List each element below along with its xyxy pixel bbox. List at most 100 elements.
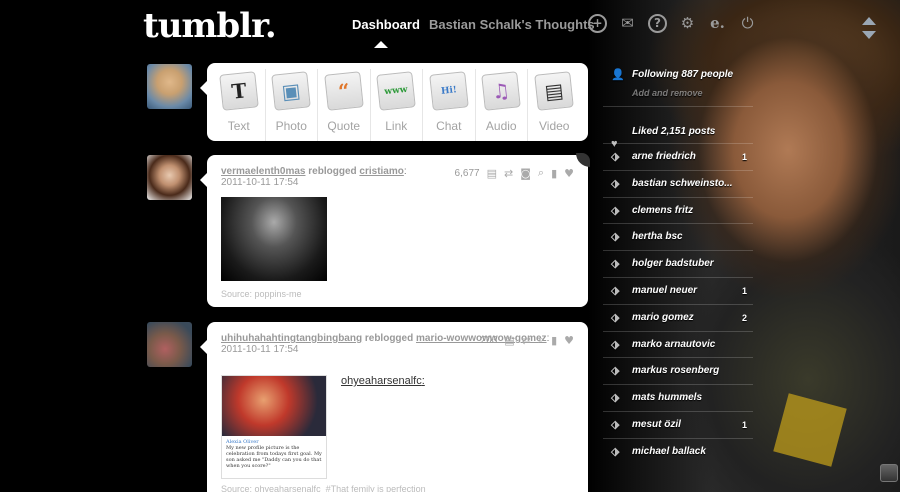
sidebar-tag-item[interactable]: ⬗ clemens fritz xyxy=(603,196,753,224)
post-type-label: Photo xyxy=(275,119,307,133)
post-photo[interactable] xyxy=(221,197,327,281)
sidebar-tag-item[interactable]: ⬗ markus rosenberg xyxy=(603,357,753,384)
post-type-quote-button[interactable]: “ Quote xyxy=(318,69,371,141)
post-tag[interactable]: #That femily is perfection xyxy=(326,484,426,492)
tag-name: mats hummels xyxy=(632,392,703,404)
tag-list: ⬗ arne friedrich 1 ⬗ bastian schweinsto... ⬗ c… xyxy=(603,143,753,465)
power-icon[interactable]: ⏻ xyxy=(738,14,757,33)
avatar-self[interactable] xyxy=(147,64,192,109)
tag-name: arne friedrich xyxy=(632,151,696,162)
post-type-chat-button[interactable]: Hi! Chat xyxy=(423,69,476,141)
quote-icon: “ xyxy=(323,71,364,111)
sidebar-tag-item[interactable]: ⬗ hertha bsc xyxy=(603,223,753,250)
sidebar-tag-item[interactable]: ⬗ mesut özil 1 xyxy=(603,410,753,438)
notes-icon[interactable]: ▤ xyxy=(504,334,514,347)
bookmark-icon[interactable]: ▮ xyxy=(551,334,557,347)
post-type-video-button[interactable]: ▤ Video xyxy=(528,69,581,141)
post-source-link[interactable]: Source: ohyeaharsenalfc xyxy=(221,484,321,492)
nav-active-arrow xyxy=(374,41,388,48)
nav-dashboard[interactable]: Dashboard xyxy=(352,17,420,32)
sidebar-tag-item[interactable]: ⬗ manuel neuer 1 xyxy=(603,276,753,304)
tag-icon: ⬗ xyxy=(611,258,620,271)
sidebar-tag-item[interactable]: ⬗ mats hummels xyxy=(603,384,753,411)
help-icon[interactable]: ? xyxy=(648,14,667,33)
notes-icon[interactable]: ▤ xyxy=(487,167,497,180)
nav-blog[interactable]: Bastian Schalk's Thoughts xyxy=(429,17,595,32)
scroll-up-icon[interactable] xyxy=(862,17,876,25)
bookmark-icon[interactable]: ▮ xyxy=(551,167,557,180)
tweet-text: My new profile picture is the celebratio… xyxy=(226,445,322,469)
post-photo[interactable]: Alexia Oliver My new profile picture is … xyxy=(221,375,327,479)
tag-icon: ⬗ xyxy=(611,392,620,405)
tag-icon: ⬗ xyxy=(611,311,620,324)
scroll-down-icon[interactable] xyxy=(862,31,876,39)
search-icon[interactable]: ⌕ xyxy=(538,333,544,347)
following-label: Following 887 people xyxy=(632,69,734,80)
tag-name: markus rosenberg xyxy=(632,365,720,377)
gear-icon[interactable]: ⚙ xyxy=(678,14,697,33)
post-type-label: Quote xyxy=(327,119,361,133)
post-type-audio-button[interactable]: ♫ Audio xyxy=(476,69,528,141)
tumblr-logo[interactable]: tumblr. xyxy=(143,6,277,46)
reblog-icon[interactable]: ⇄ xyxy=(522,334,531,347)
sidebar-tag-item[interactable]: ⬗ marko arnautovic xyxy=(603,330,753,358)
heart-icon[interactable]: ♥ xyxy=(564,167,574,180)
post-date[interactable]: 2011-10-11 17:54 xyxy=(221,177,298,188)
heart-icon[interactable]: ♥ xyxy=(564,334,574,347)
sidebar-tag-item[interactable]: ⬗ arne friedrich 1 xyxy=(603,143,753,170)
sidebar-tag-item[interactable]: ⬗ bastian schweinsto... xyxy=(603,169,753,197)
plus-circle-icon[interactable]: + xyxy=(588,14,607,33)
sidebar-tag-item[interactable]: ⬗ michael ballack xyxy=(603,437,753,465)
camera-icon[interactable]: ◙ xyxy=(520,167,531,180)
post-type-label: Chat xyxy=(436,119,462,133)
photo-icon: ▣ xyxy=(271,71,312,111)
post-header: vermaelenth0mas reblogged cristiamo: 201… xyxy=(221,166,407,188)
post-target[interactable]: cristiamo xyxy=(359,166,403,177)
tweet-photo xyxy=(222,376,326,436)
sidebar-tag-item[interactable]: ⬗ holger badstuber xyxy=(603,250,753,277)
sidebar-liked[interactable]: ♥ Liked 2,151 posts xyxy=(603,106,753,150)
post-link-user[interactable]: ohyeaharsenalfc: xyxy=(341,375,425,387)
search-icon[interactable]: ⌕ xyxy=(538,166,544,180)
reblog-icon[interactable]: ⇄ xyxy=(504,167,513,180)
link-icon: www xyxy=(376,71,417,111)
post-type-bar: T Text ▣ Photo “ Quote www Link Hi! Chat ♫ Audio ▤ Vi… xyxy=(200,63,588,141)
header-icons: + ✉ ? ⚙ e. ⏻ xyxy=(588,14,757,33)
post-corner xyxy=(576,153,590,167)
tag-icon: ⬗ xyxy=(611,445,620,458)
notes-count[interactable]: 203 xyxy=(481,335,498,346)
tag-icon: ⬗ xyxy=(611,284,620,297)
post-type-text-button[interactable]: T Text xyxy=(213,69,266,141)
sidebar-following[interactable]: 👤 Following 887 people Add and remove xyxy=(603,62,753,106)
tag-name: mesut özil xyxy=(632,418,681,430)
post-type-link-button[interactable]: www Link xyxy=(371,69,423,141)
liked-label: Liked 2,151 posts xyxy=(632,126,716,137)
post-user[interactable]: uhihuhahahtingtangbingbang xyxy=(221,333,362,344)
tag-name: mario gomez xyxy=(632,311,694,323)
corner-button[interactable] xyxy=(880,464,898,482)
avatar-post-2[interactable] xyxy=(147,322,192,367)
tag-count: 1 xyxy=(741,419,747,430)
post-type-photo-button[interactable]: ▣ Photo xyxy=(266,69,318,141)
mail-icon[interactable]: ✉ xyxy=(618,14,637,33)
post-user[interactable]: vermaelenth0mas xyxy=(221,166,306,177)
post-source[interactable]: Source: poppins-me xyxy=(221,289,302,299)
post-action: reblogged xyxy=(364,333,414,344)
tag-name: hertha bsc xyxy=(632,231,683,243)
sidebar-tag-item[interactable]: ⬗ mario gomez 2 xyxy=(603,303,753,331)
tag-icon: ⬗ xyxy=(611,204,620,217)
post-controls: 6,677 ▤ ⇄ ◙ ⌕ ▮ ♥ xyxy=(455,166,574,180)
add-remove-link[interactable]: Add and remove xyxy=(632,86,703,100)
e-icon[interactable]: e. xyxy=(708,14,727,33)
text-icon: T xyxy=(218,71,259,111)
avatar-post-1[interactable] xyxy=(147,155,192,200)
tag-count: 1 xyxy=(741,285,747,296)
tag-name: manuel neuer xyxy=(632,284,698,296)
scroll-arrows[interactable] xyxy=(862,17,876,39)
notes-count[interactable]: 6,677 xyxy=(455,168,480,179)
sidebar: 👤 Following 887 people Add and remove ♥ … xyxy=(603,62,753,465)
tweet-card: Alexia Oliver My new profile picture is … xyxy=(222,436,326,472)
tag-icon: ⬗ xyxy=(611,177,620,190)
tag-icon: ⬗ xyxy=(611,151,620,163)
post-date[interactable]: 2011-10-11 17:54 xyxy=(221,344,298,355)
